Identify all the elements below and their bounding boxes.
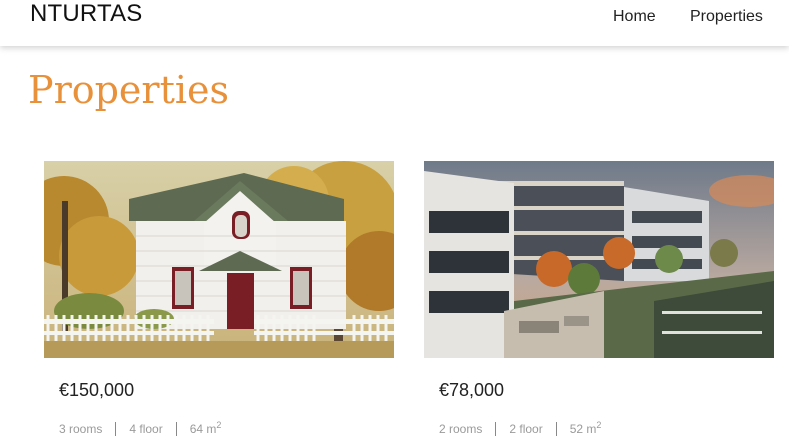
property-card[interactable]: €150,000 3 rooms 4 floor 64 m2 — [44, 161, 394, 436]
rooms-count: 3 rooms — [59, 422, 103, 436]
navbar: NTURTAS Home Properties — [0, 0, 789, 46]
property-price: €150,000 — [59, 380, 135, 400]
floor-number: 2 floor — [509, 422, 543, 436]
property-price: €78,000 — [439, 380, 505, 400]
property-specs: 2 rooms 2 floor 52 m2 — [439, 421, 601, 437]
floor-number: 4 floor — [129, 422, 163, 436]
property-image-house[interactable] — [44, 161, 394, 358]
property-card[interactable]: €78,000 2 rooms 2 floor 52 m2 — [424, 161, 774, 436]
rooms-count: 2 rooms — [439, 422, 483, 436]
divider — [495, 422, 497, 436]
property-image-apartments[interactable] — [424, 161, 774, 358]
area-size: 64 m2 — [189, 420, 222, 437]
property-specs: 3 rooms 4 floor 64 m2 — [59, 421, 221, 437]
divider — [115, 422, 117, 436]
nav-link-home[interactable]: Home — [613, 7, 656, 27]
page-title: Properties — [28, 68, 230, 112]
nav-link-properties[interactable]: Properties — [690, 7, 763, 27]
divider — [175, 422, 177, 436]
brand-logo[interactable]: NTURTAS — [30, 0, 143, 28]
divider — [555, 422, 557, 436]
area-size: 52 m2 — [569, 420, 602, 437]
